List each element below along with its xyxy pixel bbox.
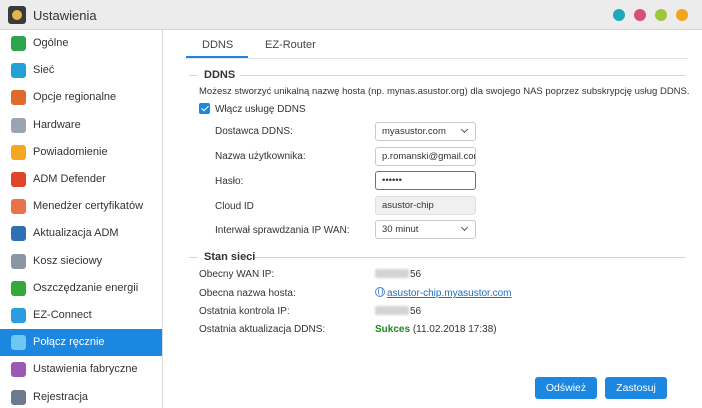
hostname-label: Obecna nazwa hosta: — [199, 288, 296, 299]
window-title: Ustawienia — [33, 8, 97, 23]
sidebar-item-rejestracja[interactable]: Rejestracja — [0, 384, 162, 408]
sidebar-item-ogólne[interactable]: Ogólne — [0, 30, 162, 57]
tab-bar: DDNS EZ-Router — [186, 30, 686, 58]
ddns-section-title: DDNS — [204, 69, 236, 81]
wan-interval-label: Interwał sprawdzania IP WAN: — [215, 225, 350, 236]
hostname-link[interactable]: asustor-chip.myasustor.com — [387, 288, 512, 299]
cloud-id-field: asustor-chip — [375, 196, 476, 215]
registration-icon — [11, 390, 26, 405]
username-label: Nazwa użytkownika: — [215, 151, 306, 162]
sidebar-item-label: Menedżer certyfikatów — [33, 200, 144, 212]
recycle-bin-icon — [11, 254, 26, 269]
apply-button[interactable]: Zastosuj — [605, 377, 667, 399]
last-update-time: (11.02.2018 17:38) — [412, 324, 497, 335]
sidebar-item-kosz-sieciowy[interactable]: Kosz sieciowy — [0, 248, 162, 275]
last-check-value: 56 — [375, 306, 421, 317]
network-status-title: Stan sieci — [204, 251, 256, 263]
provider-value: myasustor.com — [382, 126, 446, 137]
redacted-ip — [375, 269, 409, 278]
help-icon[interactable] — [613, 9, 625, 21]
sidebar-item-label: Ogólne — [33, 37, 69, 49]
network-globe-icon — [11, 63, 26, 78]
section-divider — [255, 257, 686, 258]
sidebar-item-label: Aktualizacja ADM — [33, 227, 119, 239]
sidebar-item-label: EZ-Connect — [33, 309, 92, 321]
sidebar-item-label: Powiadomienie — [33, 146, 108, 158]
sidebar-item-sieć[interactable]: Sieć — [0, 57, 162, 84]
last-update-value: Sukces (11.02.2018 17:38) — [375, 324, 497, 335]
cloud-id-label: Cloud ID — [215, 201, 254, 212]
wan-interval-value: 30 minut — [382, 224, 419, 235]
last-check-label: Ostatnia kontrola IP: — [199, 306, 290, 317]
sidebar-item-hardware[interactable]: Hardware — [0, 112, 162, 139]
last-check-suffix: 56 — [410, 306, 422, 317]
sidebar-item-label: Sieć — [33, 64, 55, 76]
sidebar-item-oszczędzanie-energii[interactable]: Oszczędzanie energii — [0, 275, 162, 302]
sidebar-item-label: Kosz sieciowy — [33, 255, 103, 267]
sidebar-item-opcje-regionalne[interactable]: Opcje regionalne — [0, 84, 162, 111]
section-divider — [240, 75, 686, 76]
status-badge: Sukces — [375, 324, 411, 335]
provider-label: Dostawca DDNS: — [215, 126, 293, 137]
section-divider — [189, 257, 198, 258]
manual-connect-icon — [11, 335, 26, 350]
adm-update-icon — [11, 226, 26, 241]
last-update-label: Ostatnia aktualizacja DDNS: — [199, 324, 326, 335]
sidebar-item-label: Rejestracja — [33, 391, 89, 403]
sidebar-item-label: Hardware — [33, 119, 81, 131]
sidebar-item-label: Połącz ręcznie — [33, 336, 105, 348]
redacted-ip — [375, 306, 409, 315]
enable-ddns-checkbox[interactable] — [199, 103, 210, 114]
sidebar-item-ustawienia-fabryczne[interactable]: Ustawienia fabryczne — [0, 356, 162, 383]
ddns-description: Możesz stworzyć unikalną nazwę hosta (np… — [199, 86, 690, 97]
sidebar-item-label: ADM Defender — [33, 173, 106, 185]
defender-firewall-icon — [11, 172, 26, 187]
hardware-icon — [11, 118, 26, 133]
password-label: Hasło: — [215, 176, 244, 187]
globe-icon — [375, 287, 385, 297]
wan-ip-label: Obecny WAN IP: — [199, 269, 275, 280]
general-icon — [11, 36, 26, 51]
title-bar: Ustawienia — [0, 0, 702, 30]
chevron-down-icon — [460, 125, 469, 134]
hostname-value: asustor-chip.myasustor.com — [375, 287, 512, 299]
sidebar-item-połącz-ręcznie[interactable]: Połącz ręcznie — [0, 329, 162, 356]
regional-icon — [11, 90, 26, 105]
sidebar-item-adm-defender[interactable]: ADM Defender — [0, 166, 162, 193]
notification-icon — [11, 145, 26, 160]
chevron-down-icon — [460, 223, 469, 232]
maximize-icon[interactable] — [655, 9, 667, 21]
sidebar-item-powiadomienie[interactable]: Powiadomienie — [0, 139, 162, 166]
username-input[interactable]: p.romanski@gmail.com — [375, 147, 476, 166]
sidebar-item-label: Oszczędzanie energii — [33, 282, 139, 294]
sidebar-item-label: Opcje regionalne — [33, 91, 117, 103]
close-icon[interactable] — [676, 9, 688, 21]
wan-ip-value: 56 — [375, 269, 421, 280]
section-divider — [189, 75, 198, 76]
password-input[interactable]: •••••• — [375, 171, 476, 190]
energy-saving-icon — [11, 281, 26, 296]
tab-ddns[interactable]: DDNS — [202, 39, 233, 51]
ez-connect-cloud-icon — [11, 308, 26, 323]
sidebar-item-label: Ustawienia fabryczne — [33, 363, 138, 375]
certificate-icon — [11, 199, 26, 214]
sidebar-item-aktualizacja-adm[interactable]: Aktualizacja ADM — [0, 220, 162, 247]
settings-app-icon — [8, 6, 26, 24]
provider-select[interactable]: myasustor.com — [375, 122, 476, 141]
sidebar-item-menedżer-certyfikatów[interactable]: Menedżer certyfikatów — [0, 193, 162, 220]
minimize-icon[interactable] — [634, 9, 646, 21]
tab-divider — [186, 58, 688, 59]
wan-interval-select[interactable]: 30 minut — [375, 220, 476, 239]
factory-reset-icon — [11, 362, 26, 377]
refresh-button[interactable]: Odśwież — [535, 377, 597, 399]
enable-ddns-label: Włącz usługę DDNS — [215, 104, 306, 115]
wan-ip-suffix: 56 — [410, 269, 422, 280]
tab-ez-router[interactable]: EZ-Router — [265, 39, 316, 51]
sidebar-item-ez-connect[interactable]: EZ-Connect — [0, 302, 162, 329]
sidebar: Ogólne Sieć Opcje regionalne Hardware Powiad… — [0, 30, 163, 408]
